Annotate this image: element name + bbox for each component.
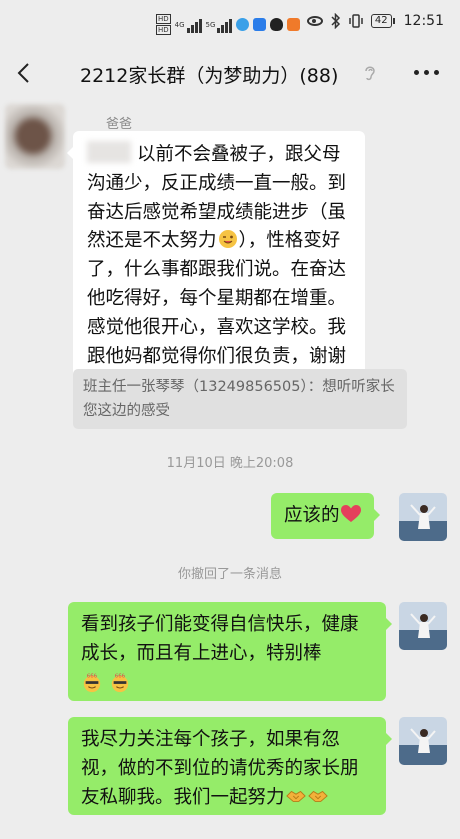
app-notify-icon-1 — [236, 18, 250, 31]
more-icon[interactable] — [414, 70, 439, 75]
hd-label-1: HD — [156, 14, 171, 24]
reply1-text: 应该的 — [284, 505, 340, 526]
reply2-text: 看到孩子们能变得自信快乐，健康成长，而且有上进心，特别棒 — [81, 614, 359, 664]
network-gen-2: 5G — [205, 20, 216, 29]
hd-icons: HD HD — [156, 14, 171, 35]
handshake-emoji-icon — [307, 790, 328, 802]
quoted-message[interactable]: 班主任一张琴琴（13249856505）：想听听家长您这边的感受 — [73, 369, 407, 429]
handshake-emoji-icon — [285, 790, 306, 802]
bluetooth-icon — [331, 13, 340, 29]
status-bar-left: HD HD 4G 5G — [156, 14, 301, 35]
signal-icon-2 — [217, 17, 233, 33]
vibrate-icon — [349, 14, 363, 28]
svg-text:666: 666 — [115, 673, 126, 679]
ear-icon — [365, 66, 375, 81]
back-arrow-icon[interactable] — [12, 60, 38, 86]
status-bar-right: 42 12:51 — [306, 13, 444, 29]
app-notify-icon-2 — [253, 18, 267, 31]
recall-notice: 你撤回了一条消息 — [177, 567, 282, 582]
message-timestamp: 11月10日 晚上20:08 — [166, 456, 294, 471]
message-bubble-self-2[interactable]: 看到孩子们能变得自信快乐，健康成长，而且有上进心，特别棒 666 666 — [68, 602, 392, 701]
chat-title: 2212家长群（为梦助力）(88) — [80, 65, 339, 87]
emoji-row-666: 666 666 — [81, 671, 374, 700]
avatar-self[interactable] — [399, 717, 447, 765]
avatar-self[interactable] — [399, 493, 447, 541]
redacted-name — [87, 141, 131, 163]
666-emoji-icon: 666 — [111, 673, 129, 692]
app-notify-icon-3 — [287, 18, 301, 31]
qq-icon — [270, 18, 284, 31]
wink-emoji-icon — [218, 230, 237, 249]
network-gen-1: 4G — [174, 20, 185, 29]
svg-text:666: 666 — [87, 673, 98, 679]
heart-emoji-icon — [340, 505, 361, 522]
signal-icon-1 — [186, 17, 202, 33]
avatar-parent[interactable] — [5, 104, 65, 169]
avatar-self[interactable] — [399, 602, 447, 650]
sender-name: 爸爸 — [106, 117, 133, 132]
clock: 12:51 — [403, 13, 444, 29]
666-emoji-icon: 666 — [83, 673, 101, 692]
chat-header: 2212家长群（为梦助力）(88) — [0, 48, 460, 100]
message-bubble-self-1[interactable]: 应该的 — [271, 493, 380, 539]
battery-icon: 42 — [370, 14, 395, 28]
hd-label-2: HD — [156, 25, 171, 35]
eye-icon — [306, 16, 323, 26]
message-bubble-self-3[interactable]: 我尽力关注每个孩子，如果有忽视，做的不到位的请优秀的家长朋友私聊我。我们一起努力 — [68, 717, 392, 815]
status-bar: HD HD 4G 5G 42 12:51 — [0, 0, 460, 48]
